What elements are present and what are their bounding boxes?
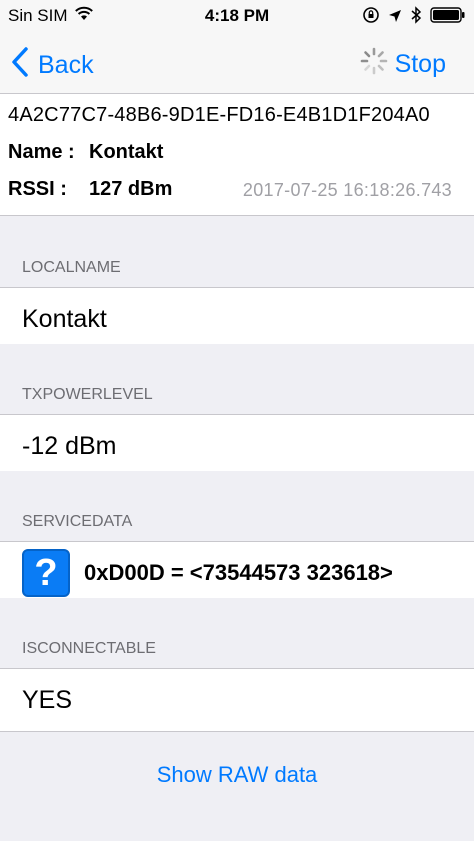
chevron-left-icon <box>10 46 30 85</box>
device-rssi-row: RSSI : 127 dBm <box>8 178 172 201</box>
stop-button[interactable]: Stop <box>359 46 446 83</box>
name-label: Name : <box>8 141 75 163</box>
servicedata-cell: ? 0xD00D = <73544573 323618> <box>0 541 474 605</box>
isconnectable-cell: YES <box>0 668 474 732</box>
name-value: Kontakt <box>89 141 164 163</box>
txpowerlevel-value: -12 dBm <box>22 431 117 460</box>
isconnectable-value: YES <box>22 685 73 714</box>
timestamp: 2017-07-25 16:18:26.743 <box>242 180 452 200</box>
location-icon <box>388 8 402 28</box>
back-label: Back <box>38 51 94 79</box>
section-header-isconnectable: ISCONNECTABLE <box>0 598 474 668</box>
battery-icon <box>430 7 466 28</box>
section-header-txpowerlevel: TXPOWERLEVEL <box>0 344 474 414</box>
stop-label: Stop <box>394 50 446 78</box>
txpowerlevel-header-label: TXPOWERLEVEL <box>22 386 153 403</box>
bluetooth-icon <box>410 6 422 29</box>
status-bar: Sin SIM 4:18 PM <box>0 0 474 32</box>
localname-value: Kontakt <box>22 304 107 333</box>
servicedata-value: 0xD00D = <73544573 323618> <box>84 560 393 585</box>
navigation-bar: Back Stop <box>0 32 474 94</box>
show-raw-data-button[interactable]: Show RAW data <box>0 762 474 788</box>
section-header-servicedata: SERVICEDATA <box>0 471 474 541</box>
back-button[interactable]: Back <box>10 46 94 85</box>
localname-cell: Kontakt <box>0 287 474 351</box>
rssi-value: 127 dBm <box>89 178 173 200</box>
device-info: 4A2C77C7-48B6-9D1E-FD16-E4B1D1F204A0 Nam… <box>0 94 474 216</box>
device-uuid: 4A2C77C7-48B6-9D1E-FD16-E4B1D1F204A0 <box>8 104 430 126</box>
device-name-row: Name : Kontakt <box>8 141 163 164</box>
status-right <box>362 6 466 29</box>
question-mark-icon: ? <box>22 549 70 597</box>
servicedata-header-label: SERVICEDATA <box>22 513 133 530</box>
localname-header-label: LOCALNAME <box>22 259 121 276</box>
spinner-icon <box>359 46 389 83</box>
txpowerlevel-cell: -12 dBm <box>0 414 474 478</box>
rotation-lock-icon <box>362 6 380 29</box>
rssi-label: RSSI : <box>8 178 67 200</box>
isconnectable-header-label: ISCONNECTABLE <box>22 640 156 657</box>
section-header-localname: LOCALNAME <box>0 217 474 287</box>
